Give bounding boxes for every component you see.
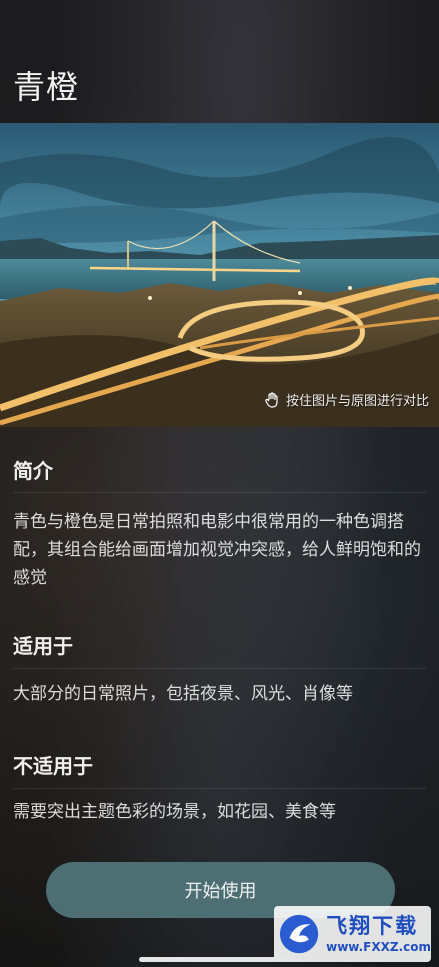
preview-image[interactable]: 按住图片与原图进行对比 [0,123,439,427]
site-watermark: 飞翔下载 www.FXXZ.com [274,906,431,962]
compare-hint-text: 按住图片与原图进行对比 [285,394,429,409]
watermark-logo-icon [279,914,319,954]
section-heading-intro: 简介 [13,459,53,483]
bridge-night-photo [0,123,439,427]
section-body-suitable: 大部分的日常照片，包括夜景、风光、肖像等 [13,684,353,704]
section-body-intro: 青色与橙色是日常拍照和电影中很常用的一种色调搭配，其组合能给画面增加视觉冲突感，… [13,512,421,588]
home-indicator[interactable] [139,957,301,962]
section-body-unsuitable: 需要突出主题色彩的场景，如花园、美食等 [13,802,336,822]
page-title: 青橙 [13,68,80,106]
compare-hint: 按住图片与原图进行对比 [264,390,429,409]
hand-press-icon [265,391,278,408]
divider [13,668,426,669]
watermark-url: www.FXXZ.com [326,939,431,954]
divider [13,492,426,493]
section-heading-suitable: 适用于 [13,634,73,658]
watermark-title: 飞翔下载 [326,913,419,938]
section-heading-unsuitable: 不适用于 [13,754,93,778]
divider [13,788,426,789]
